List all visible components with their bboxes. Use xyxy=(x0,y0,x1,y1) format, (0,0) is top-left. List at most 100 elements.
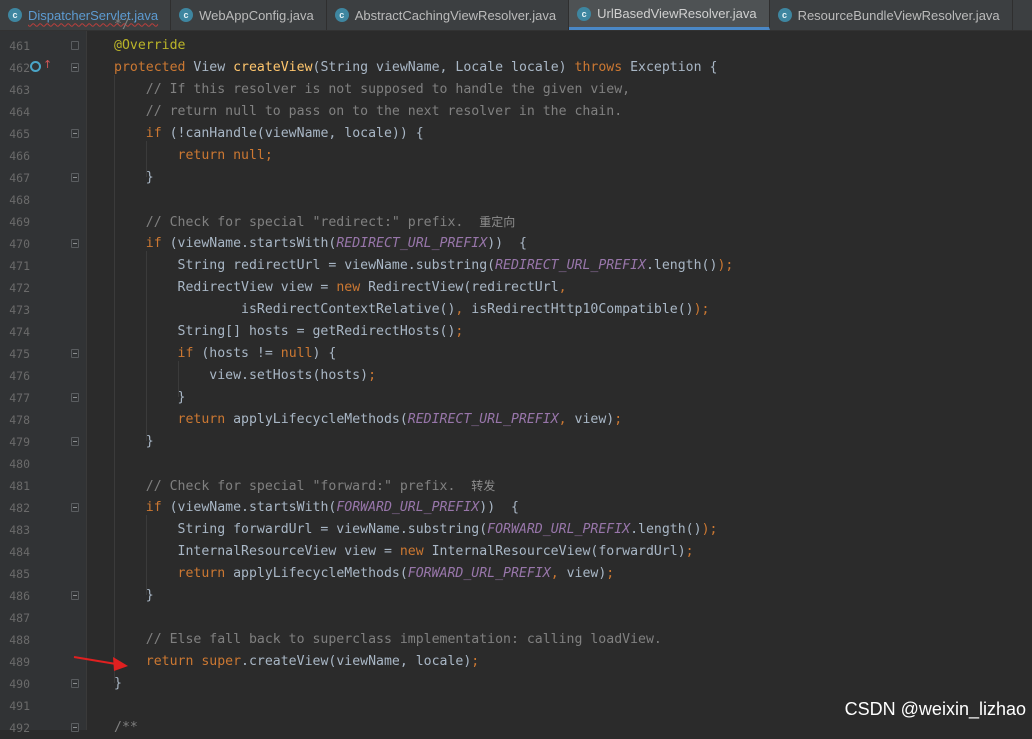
code-text: /** xyxy=(114,717,138,739)
line-number: 471 xyxy=(9,259,30,273)
fold-marker-icon[interactable] xyxy=(71,591,79,600)
code-token: createView xyxy=(233,60,313,75)
fold-marker-icon[interactable] xyxy=(71,41,79,50)
code-line-473: 473 isRedirectContextRelative(), isRedir… xyxy=(0,299,1032,321)
code-token: 重定向 xyxy=(479,215,516,229)
line-number: 488 xyxy=(9,633,30,647)
code-token: REDIRECT_URL_PREFIX xyxy=(336,236,488,251)
code-text: RedirectView view = new RedirectView(red… xyxy=(114,277,567,299)
code-text: if (hosts != null) { xyxy=(114,343,337,365)
code-token: return super xyxy=(145,654,242,669)
code-text: return applyLifecycleMethods(FORWARD_URL… xyxy=(114,563,615,585)
code-token: // Check for special "redirect:" prefix. xyxy=(114,215,480,230)
code-token: if xyxy=(177,346,202,361)
code-token: view) xyxy=(574,412,615,427)
indent-guide xyxy=(114,75,115,683)
code-text: InternalResourceView view = new Internal… xyxy=(114,541,694,563)
code-token: ); xyxy=(717,258,734,273)
line-number: 468 xyxy=(9,193,30,207)
code-text: } xyxy=(114,431,154,453)
code-line-486: 486 } xyxy=(0,585,1032,607)
code-token: ) { xyxy=(312,346,337,361)
code-line-492: 492 /** xyxy=(0,717,1032,739)
fold-marker-icon[interactable] xyxy=(71,173,79,182)
code-token: applyLifecycleMethods( xyxy=(233,412,408,427)
code-line-469: 469 // Check for special "redirect:" pre… xyxy=(0,211,1032,233)
code-token: .length() xyxy=(645,258,718,273)
code-token: String redirectUrl = viewName.substring( xyxy=(114,258,496,273)
code-text: } xyxy=(114,387,186,409)
code-text: } xyxy=(114,673,122,695)
fold-marker-icon[interactable] xyxy=(71,393,79,402)
code-token: @Override xyxy=(114,38,186,53)
code-line-467: 467 } xyxy=(0,167,1032,189)
code-token: (String viewName, Locale locale) xyxy=(312,60,575,75)
code-text: isRedirectContextRelative(), isRedirectH… xyxy=(114,299,709,321)
code-text: if (viewName.startsWith(FORWARD_URL_PREF… xyxy=(114,497,519,519)
override-method-icon[interactable] xyxy=(30,61,41,72)
code-token: if xyxy=(145,126,170,141)
watermark: CSDN @weixin_lizhao xyxy=(844,699,1026,719)
code-text: // Check for special "redirect:" prefix.… xyxy=(114,211,516,234)
code-token: ; xyxy=(368,368,377,383)
code-token: String forwardUrl = viewName.substring( xyxy=(114,522,488,537)
fold-marker-icon[interactable] xyxy=(71,723,79,732)
overrides-arrow-icon[interactable]: ↑ xyxy=(43,58,52,71)
code-text: if (!canHandle(viewName, locale)) { xyxy=(114,123,424,145)
code-token: Exception { xyxy=(630,60,718,75)
code-token: InternalResourceView(forwardUrl) xyxy=(431,544,686,559)
code-token: InternalResourceView view = xyxy=(114,544,400,559)
code-line-470: 470 if (viewName.startsWith(REDIRECT_URL… xyxy=(0,233,1032,255)
code-token: } xyxy=(114,676,122,691)
code-token: RedirectView(redirectUrl xyxy=(368,280,559,295)
code-token: if xyxy=(145,500,170,515)
code-text: // return null to pass on to the next re… xyxy=(114,101,622,123)
code-token: FORWARD_URL_PREFIX xyxy=(487,522,631,537)
code-token: ; xyxy=(471,654,480,669)
code-token: // If this resolver is not supposed to h… xyxy=(114,82,631,97)
code-token: View xyxy=(193,60,234,75)
code-line-466: 466 return null; xyxy=(0,145,1032,167)
indent-guide xyxy=(146,515,147,595)
code-text: protected View createView(String viewNam… xyxy=(114,57,717,79)
code-token: FORWARD_URL_PREFIX xyxy=(336,500,480,515)
code-text: view.setHosts(hosts); xyxy=(114,365,376,387)
line-number: 489 xyxy=(9,655,30,669)
code-token: view) xyxy=(566,566,607,581)
code-token: null xyxy=(280,346,313,361)
fold-marker-icon[interactable] xyxy=(71,679,79,688)
code-line-490: 490} xyxy=(0,673,1032,695)
line-number: 477 xyxy=(9,391,30,405)
fold-marker-icon[interactable] xyxy=(71,63,79,72)
fold-marker-icon[interactable] xyxy=(71,437,79,446)
code-line-487: 487 xyxy=(0,607,1032,629)
fold-marker-icon[interactable] xyxy=(71,129,79,138)
code-line-474: 474 String[] hosts = getRedirectHosts(); xyxy=(0,321,1032,343)
code-line-478: 478 return applyLifecycleMethods(REDIREC… xyxy=(0,409,1032,431)
code-token: REDIRECT_URL_PREFIX xyxy=(407,412,559,427)
line-number: 470 xyxy=(9,237,30,251)
code-token: .createView(viewName, locale) xyxy=(241,654,472,669)
code-token: isRedirectContextRelative() xyxy=(114,302,456,317)
code-token: } xyxy=(114,170,154,185)
line-number: 472 xyxy=(9,281,30,295)
line-number: 491 xyxy=(9,699,30,713)
fold-marker-icon[interactable] xyxy=(71,239,79,248)
code-token: , xyxy=(550,566,567,581)
code-token: ; xyxy=(455,324,464,339)
fold-marker-icon[interactable] xyxy=(71,349,79,358)
code-token: REDIRECT_URL_PREFIX xyxy=(495,258,646,273)
fold-marker-icon[interactable] xyxy=(71,503,79,512)
code-line-480: 480 xyxy=(0,453,1032,475)
line-number: 480 xyxy=(9,457,30,471)
code-line-463: 463 // If this resolver is not supposed … xyxy=(0,79,1032,101)
code-token: // Else fall back to superclass implemen… xyxy=(114,632,662,647)
line-number: 464 xyxy=(9,105,30,119)
code-text: return super.createView(viewName, locale… xyxy=(114,651,479,673)
code-token: protected xyxy=(114,60,194,75)
code-token: throws xyxy=(574,60,631,75)
code-line-481: 481 // Check for special "forward:" pref… xyxy=(0,475,1032,497)
code-text: String[] hosts = getRedirectHosts(); xyxy=(114,321,464,343)
code-text: if (viewName.startsWith(REDIRECT_URL_PRE… xyxy=(114,233,527,255)
